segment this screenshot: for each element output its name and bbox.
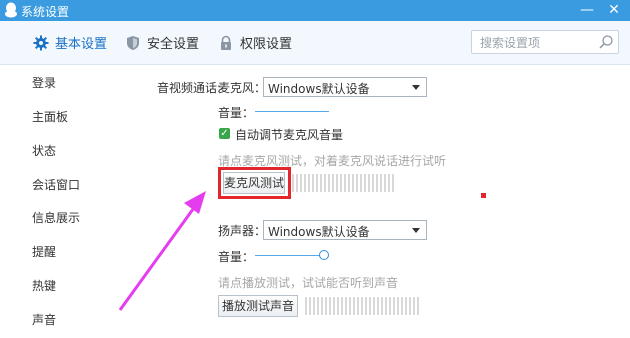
annotation-arrow xyxy=(118,191,206,311)
